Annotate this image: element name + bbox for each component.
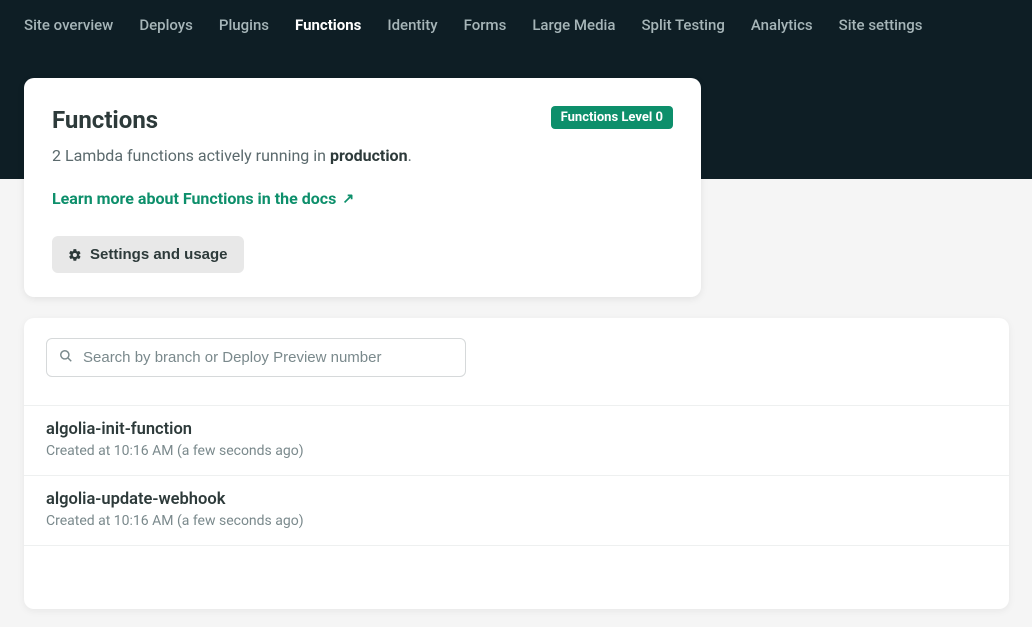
functions-list-card: algolia-init-function Created at 10:16 A… xyxy=(24,318,1009,609)
function-row[interactable]: algolia-update-webhook Created at 10:16 … xyxy=(24,475,1009,545)
nav-tab-large-media[interactable]: Large Media xyxy=(532,16,615,34)
nav-tab-forms[interactable]: Forms xyxy=(464,16,507,34)
function-name: algolia-update-webhook xyxy=(46,490,987,509)
nav-tab-site-settings[interactable]: Site settings xyxy=(839,16,923,34)
function-meta: Created at 10:16 AM (a few seconds ago) xyxy=(46,443,987,459)
settings-usage-label: Settings and usage xyxy=(90,246,228,263)
search-input-box[interactable] xyxy=(46,338,466,377)
nav-tab-analytics[interactable]: Analytics xyxy=(751,16,813,34)
external-link-icon: ↗ xyxy=(342,191,354,207)
nav-tab-split-testing[interactable]: Split Testing xyxy=(641,16,724,34)
list-bottom-padding xyxy=(24,545,1009,609)
search-wrap xyxy=(24,318,1009,405)
nav-tab-deploys[interactable]: Deploys xyxy=(139,16,193,34)
nav-tab-identity[interactable]: Identity xyxy=(387,16,437,34)
hero-subtitle-suffix: . xyxy=(408,146,412,165)
hero-header: Functions Functions Level 0 xyxy=(52,106,673,134)
nav-tab-site-overview[interactable]: Site overview xyxy=(24,16,113,34)
settings-usage-button[interactable]: Settings and usage xyxy=(52,236,244,273)
page-title: Functions xyxy=(52,106,158,134)
gear-icon xyxy=(68,248,82,262)
function-row[interactable]: algolia-init-function Created at 10:16 A… xyxy=(24,405,1009,475)
search-input[interactable] xyxy=(83,349,453,366)
function-name: algolia-init-function xyxy=(46,420,987,439)
nav-tab-functions[interactable]: Functions xyxy=(295,16,361,34)
nav-tab-plugins[interactable]: Plugins xyxy=(219,16,269,34)
level-badge: Functions Level 0 xyxy=(551,106,673,129)
hero-subtitle-bold: production xyxy=(330,146,408,165)
docs-link[interactable]: Learn more about Functions in the docs ↗ xyxy=(52,189,354,208)
nav-tabs: Site overview Deploys Plugins Functions … xyxy=(24,0,1008,34)
hero-subtitle: 2 Lambda functions actively running in p… xyxy=(52,146,673,165)
search-icon xyxy=(59,348,73,367)
hero-subtitle-prefix: 2 Lambda functions actively running in xyxy=(52,146,330,165)
docs-link-label: Learn more about Functions in the docs xyxy=(52,189,336,208)
hero-card: Functions Functions Level 0 2 Lambda fun… xyxy=(24,78,701,297)
function-meta: Created at 10:16 AM (a few seconds ago) xyxy=(46,513,987,529)
